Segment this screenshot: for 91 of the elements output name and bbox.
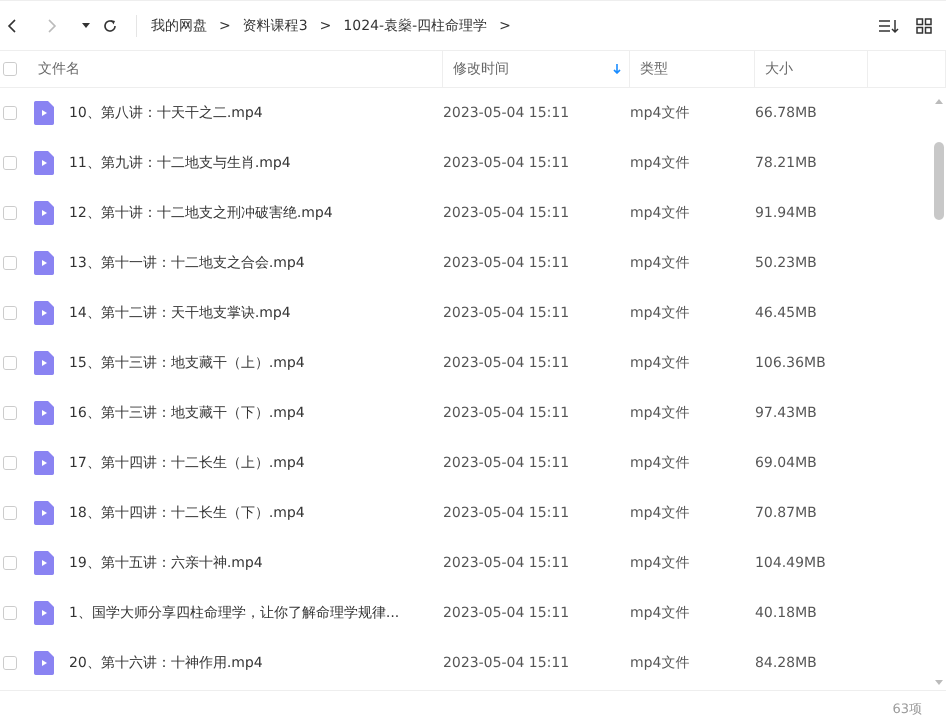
file-size: 69.04MB (755, 455, 817, 471)
file-type: mp4文件 (630, 504, 690, 522)
row-checkbox[interactable] (3, 206, 17, 220)
breadcrumb-item[interactable]: 我的网盘 (151, 16, 207, 34)
breadcrumb-separator: > (499, 18, 511, 34)
file-size: 78.21MB (755, 155, 817, 171)
file-size: 66.78MB (755, 105, 817, 121)
file-name[interactable]: 16、第十三讲：地支藏干（下）.mp4 (69, 404, 443, 422)
file-name[interactable]: 1、国学大师分享四柱命理学，让你了解命理学规律... (69, 604, 443, 622)
modified-time: 2023-05-04 15:11 (443, 455, 570, 471)
row-checkbox[interactable] (3, 256, 17, 270)
row-checkbox[interactable] (3, 606, 17, 620)
modified-time: 2023-05-04 15:11 (443, 655, 570, 671)
column-header[interactable]: 修改时间 (443, 51, 630, 87)
row-checkbox[interactable] (3, 506, 17, 520)
file-size: 40.18MB (755, 605, 817, 621)
back-icon[interactable] (6, 18, 18, 34)
file-type: mp4文件 (630, 104, 690, 122)
dropdown-icon[interactable] (82, 22, 90, 28)
file-name[interactable]: 12、第十讲：十二地支之刑冲破害绝.mp4 (69, 204, 443, 222)
refresh-icon[interactable] (102, 18, 118, 34)
video-file-icon (34, 201, 54, 225)
file-name[interactable]: 14、第十二讲：天干地支掌诀.mp4 (69, 304, 443, 322)
modified-time: 2023-05-04 15:11 (443, 605, 570, 621)
file-type: mp4文件 (630, 404, 690, 422)
file-name[interactable]: 20、第十六讲：十神作用.mp4 (69, 654, 443, 672)
breadcrumb-separator: > (219, 18, 231, 34)
file-type: mp4文件 (630, 454, 690, 472)
file-name[interactable]: 15、第十三讲：地支藏干（上）.mp4 (69, 354, 443, 372)
sort-descending-icon (613, 64, 621, 74)
video-file-icon (34, 351, 54, 375)
video-file-icon (34, 301, 54, 325)
item-count: 63项 (892, 700, 922, 718)
modified-time: 2023-05-04 15:11 (443, 205, 570, 221)
row-checkbox[interactable] (3, 106, 17, 120)
file-name[interactable]: 10、第八讲：十天干之二.mp4 (69, 104, 443, 122)
row-checkbox[interactable] (3, 306, 17, 320)
video-file-icon (34, 101, 54, 125)
sort-icon[interactable] (878, 18, 900, 34)
video-file-icon (34, 401, 54, 425)
file-type: mp4文件 (630, 554, 690, 572)
modified-time: 2023-05-04 15:11 (443, 355, 570, 371)
file-size: 106.36MB (755, 355, 826, 371)
file-type: mp4文件 (630, 304, 690, 322)
video-file-icon (34, 551, 54, 575)
file-size: 70.87MB (755, 505, 817, 521)
row-checkbox[interactable] (3, 406, 17, 420)
file-size: 46.45MB (755, 305, 817, 321)
modified-time: 2023-05-04 15:11 (443, 305, 570, 321)
video-file-icon (34, 451, 54, 475)
column-header[interactable]: 大小 (755, 51, 868, 87)
row-checkbox[interactable] (3, 656, 17, 670)
file-size: 50.23MB (755, 255, 817, 271)
file-type: mp4文件 (630, 654, 690, 672)
file-name[interactable]: 13、第十一讲：十二地支之合会.mp4 (69, 254, 443, 272)
modified-time: 2023-05-04 15:11 (443, 155, 570, 171)
file-size: 97.43MB (755, 405, 817, 421)
column-header[interactable]: 类型 (630, 51, 755, 87)
modified-time: 2023-05-04 15:11 (443, 255, 570, 271)
video-file-icon (34, 601, 54, 625)
file-name[interactable]: 11、第九讲：十二地支与生肖.mp4 (69, 154, 443, 172)
modified-time: 2023-05-04 15:11 (443, 505, 570, 521)
video-file-icon (34, 501, 54, 525)
file-name[interactable]: 19、第十五讲：六亲十神.mp4 (69, 554, 443, 572)
breadcrumb-item[interactable]: 1024-袁燊-四柱命理学 (343, 16, 488, 34)
row-checkbox[interactable] (3, 156, 17, 170)
breadcrumb-separator: > (320, 18, 332, 34)
modified-time: 2023-05-04 15:11 (443, 105, 570, 121)
row-checkbox[interactable] (3, 356, 17, 370)
file-type: mp4文件 (630, 604, 690, 622)
file-size: 84.28MB (755, 655, 817, 671)
file-size: 91.94MB (755, 205, 817, 221)
file-type: mp4文件 (630, 354, 690, 372)
file-size: 104.49MB (755, 555, 826, 571)
video-file-icon (34, 651, 54, 675)
breadcrumb-item[interactable]: 资料课程3 (242, 16, 308, 34)
file-type: mp4文件 (630, 254, 690, 272)
modified-time: 2023-05-04 15:11 (443, 405, 570, 421)
grid-view-icon[interactable] (916, 18, 932, 34)
file-type: mp4文件 (630, 204, 690, 222)
select-all-checkbox[interactable] (3, 62, 17, 76)
file-name[interactable]: 18、第十四讲：十二长生（下）.mp4 (69, 504, 443, 522)
forward-icon[interactable] (46, 18, 58, 34)
modified-time: 2023-05-04 15:11 (443, 555, 570, 571)
column-header[interactable]: 文件名 (17, 51, 443, 87)
row-checkbox[interactable] (3, 556, 17, 570)
video-file-icon (34, 251, 54, 275)
row-checkbox[interactable] (3, 456, 17, 470)
file-name[interactable]: 17、第十四讲：十二长生（上）.mp4 (69, 454, 443, 472)
file-type: mp4文件 (630, 154, 690, 172)
video-file-icon (34, 151, 54, 175)
